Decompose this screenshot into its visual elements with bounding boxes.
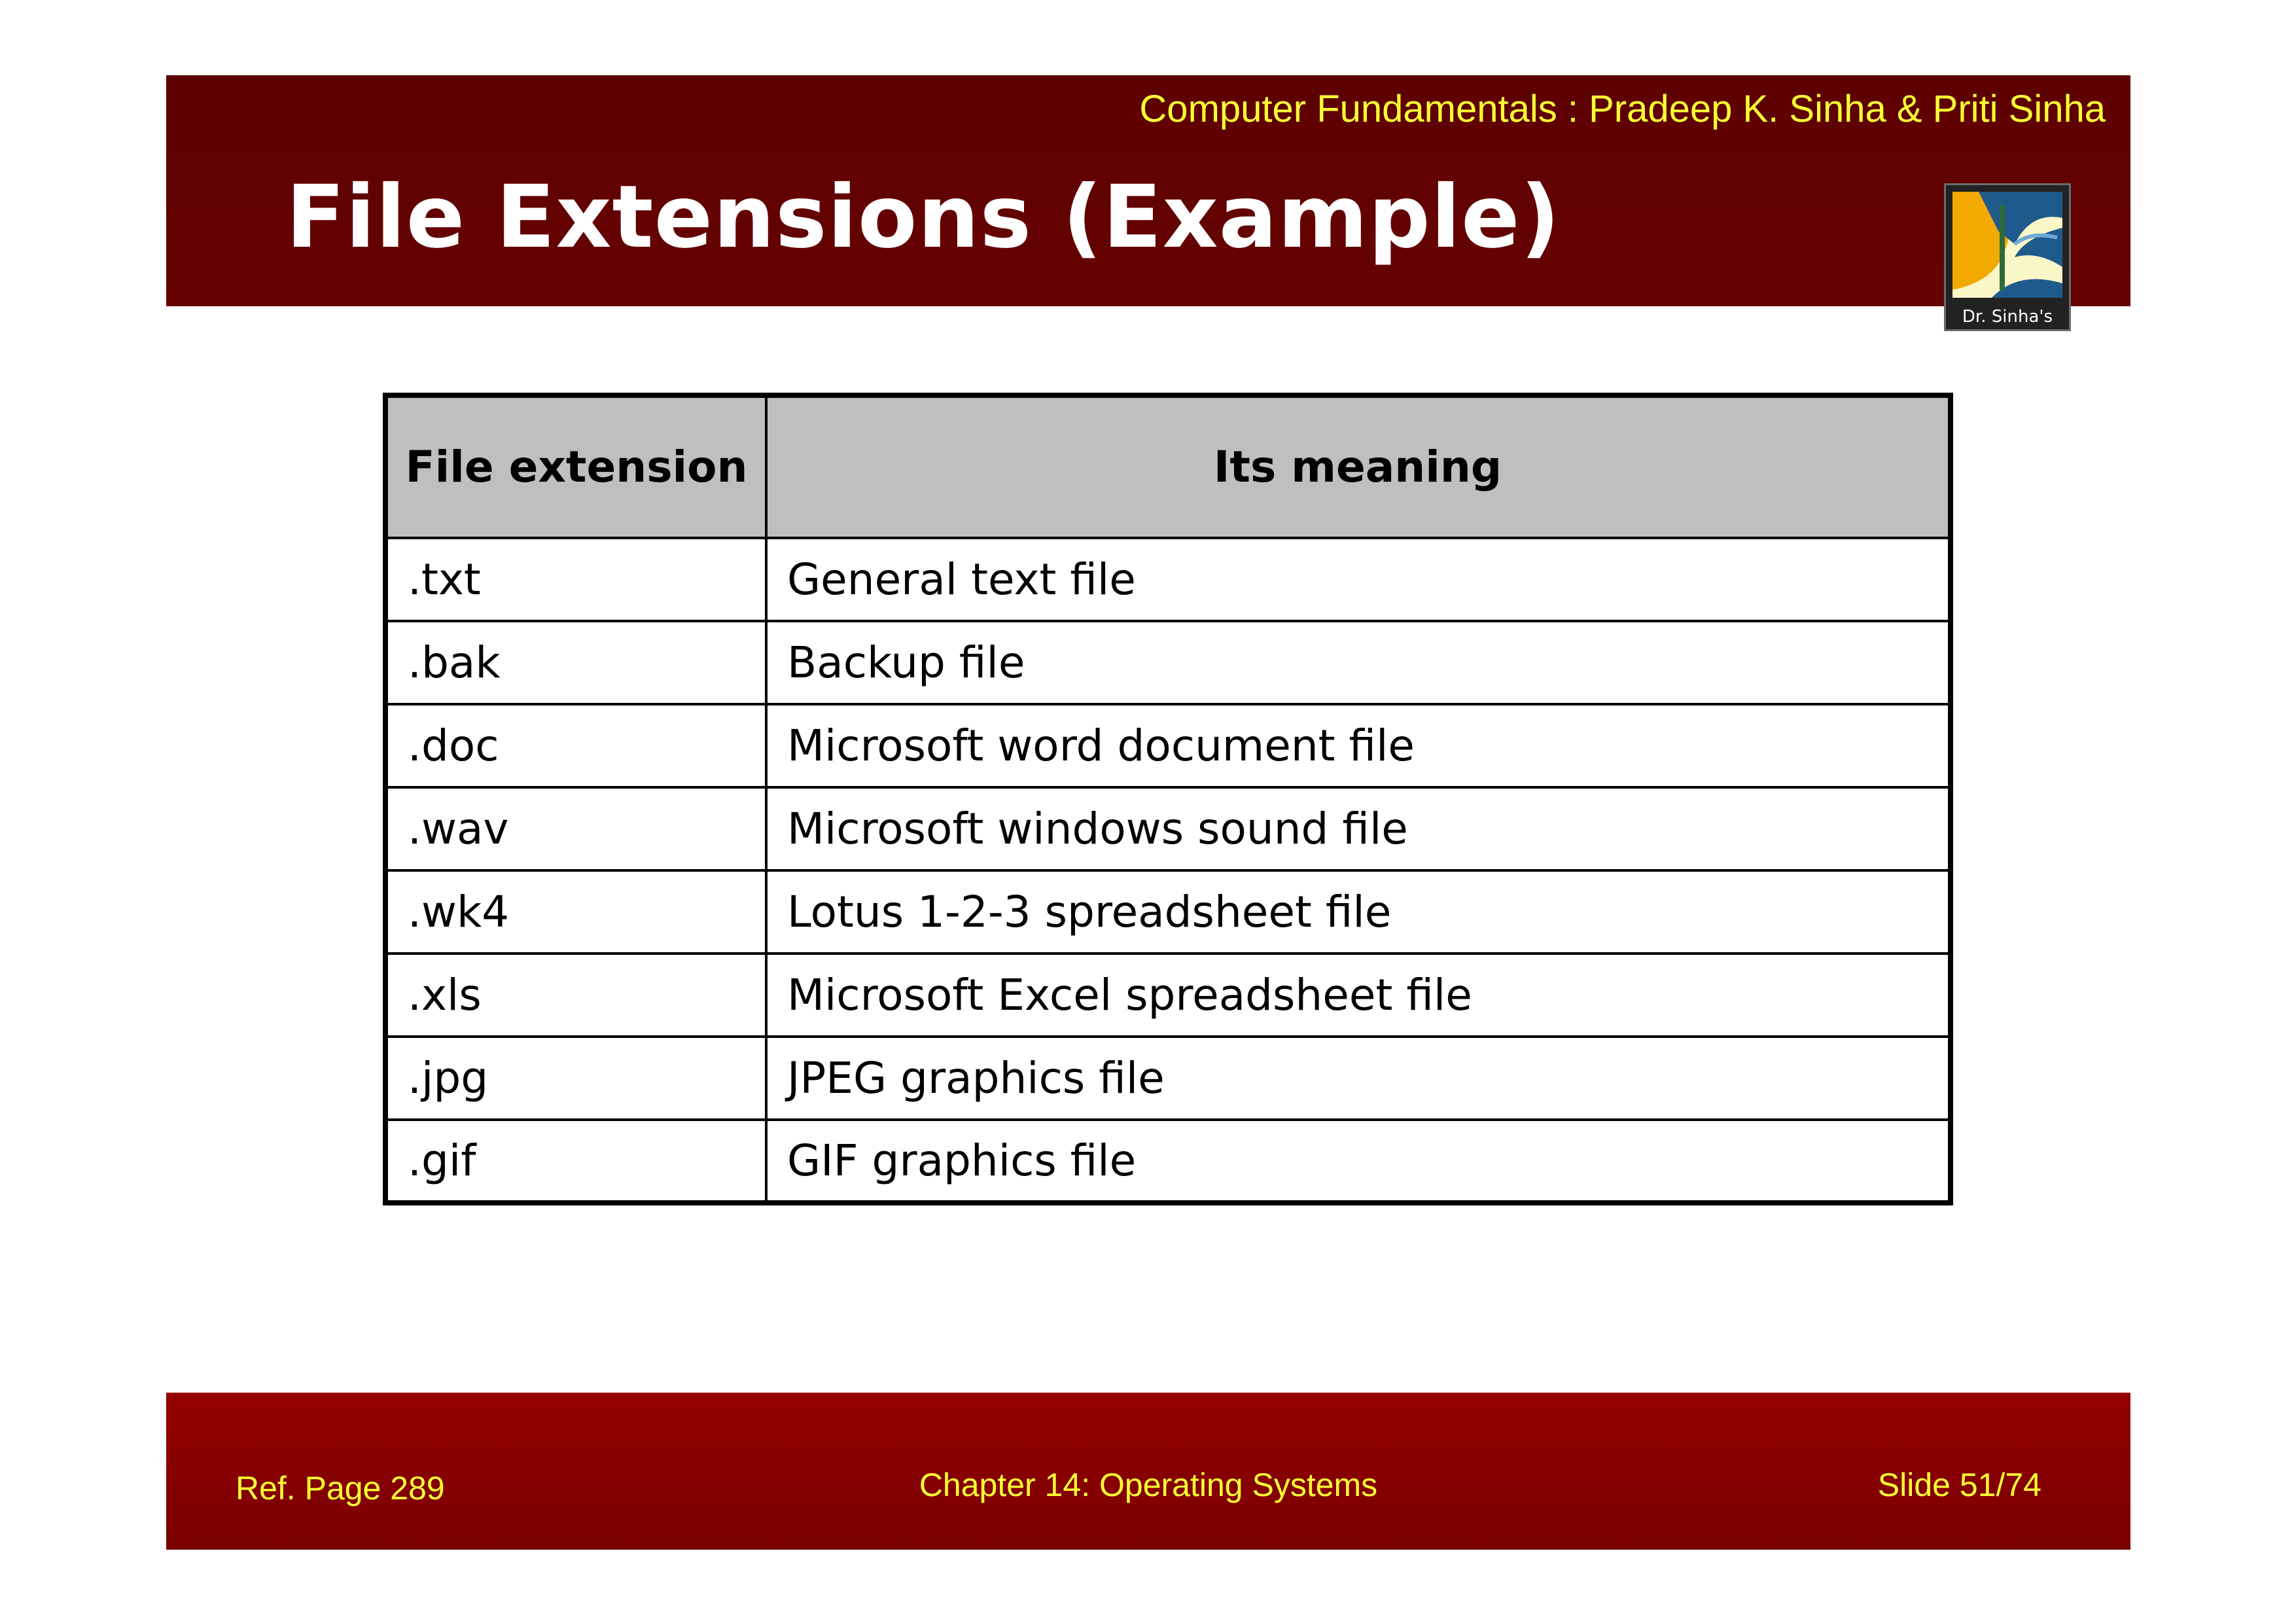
extension-cell: .bak (384, 620, 768, 705)
dr-sinhas-logo: Dr. Sinha's (1944, 183, 2071, 331)
extension-cell: .wk4 (384, 869, 768, 955)
slide-number: Slide 51/74 (1877, 1467, 2041, 1503)
logo-text: Dr. Sinha's (1962, 307, 2053, 327)
extension-cell: .xls (384, 952, 768, 1038)
extension-cell: .doc (384, 703, 768, 789)
meaning-cell: Backup file (765, 620, 1952, 705)
slide-header: Computer Fundamentals : Pradeep K. Sinha… (166, 75, 2130, 306)
column-header-file-extension: File extension (384, 394, 768, 539)
extension-cell: .gif (384, 1118, 768, 1204)
slide-title: File Extensions (Example) (286, 167, 1561, 268)
extension-cell: .wav (384, 786, 768, 872)
table-row: .doc Microsoft word document file (384, 703, 1952, 789)
table-row: .jpg JPEG graphics file (384, 1035, 1952, 1121)
table-row: .wk4 Lotus 1-2-3 spreadsheet file (384, 869, 1952, 955)
book-reference: Computer Fundamentals : Pradeep K. Sinha… (1139, 88, 2106, 130)
column-header-meaning: Its meaning (765, 394, 1952, 539)
file-extensions-table-container: File extension Its meaning .txt General … (383, 393, 1953, 1205)
meaning-cell: GIF graphics file (765, 1118, 1952, 1204)
column-header-label: Its meaning (1213, 442, 1502, 492)
meaning-cell: Microsoft word document file (765, 703, 1952, 789)
table-row: .txt General text file (384, 537, 1952, 622)
meaning-cell: Microsoft windows sound file (765, 786, 1952, 872)
file-extensions-table: File extension Its meaning .txt General … (383, 393, 1953, 1205)
table-row: .gif GIF graphics file (384, 1118, 1952, 1204)
table-row: .wav Microsoft windows sound file (384, 786, 1952, 872)
meaning-cell: Lotus 1-2-3 spreadsheet file (765, 869, 1952, 955)
meaning-cell: General text file (765, 537, 1952, 622)
meaning-cell: Microsoft Excel spreadsheet file (765, 952, 1952, 1038)
slide: Computer Fundamentals : Pradeep K. Sinha… (0, 0, 2296, 1623)
logo-artwork-icon (1952, 192, 2062, 298)
slide-footer: Ref. Page 289 Chapter 14: Operating Syst… (166, 1393, 2130, 1550)
extension-cell: .jpg (384, 1035, 768, 1121)
column-header-label: File extension (405, 442, 748, 492)
table-header-row: File extension Its meaning (384, 394, 1952, 539)
extension-cell: .txt (384, 537, 768, 622)
chapter-label: Chapter 14: Operating Systems (919, 1467, 1378, 1503)
table-row: .xls Microsoft Excel spreadsheet file (384, 952, 1952, 1038)
meaning-cell: JPEG graphics file (765, 1035, 1952, 1121)
table-row: .bak Backup file (384, 620, 1952, 705)
